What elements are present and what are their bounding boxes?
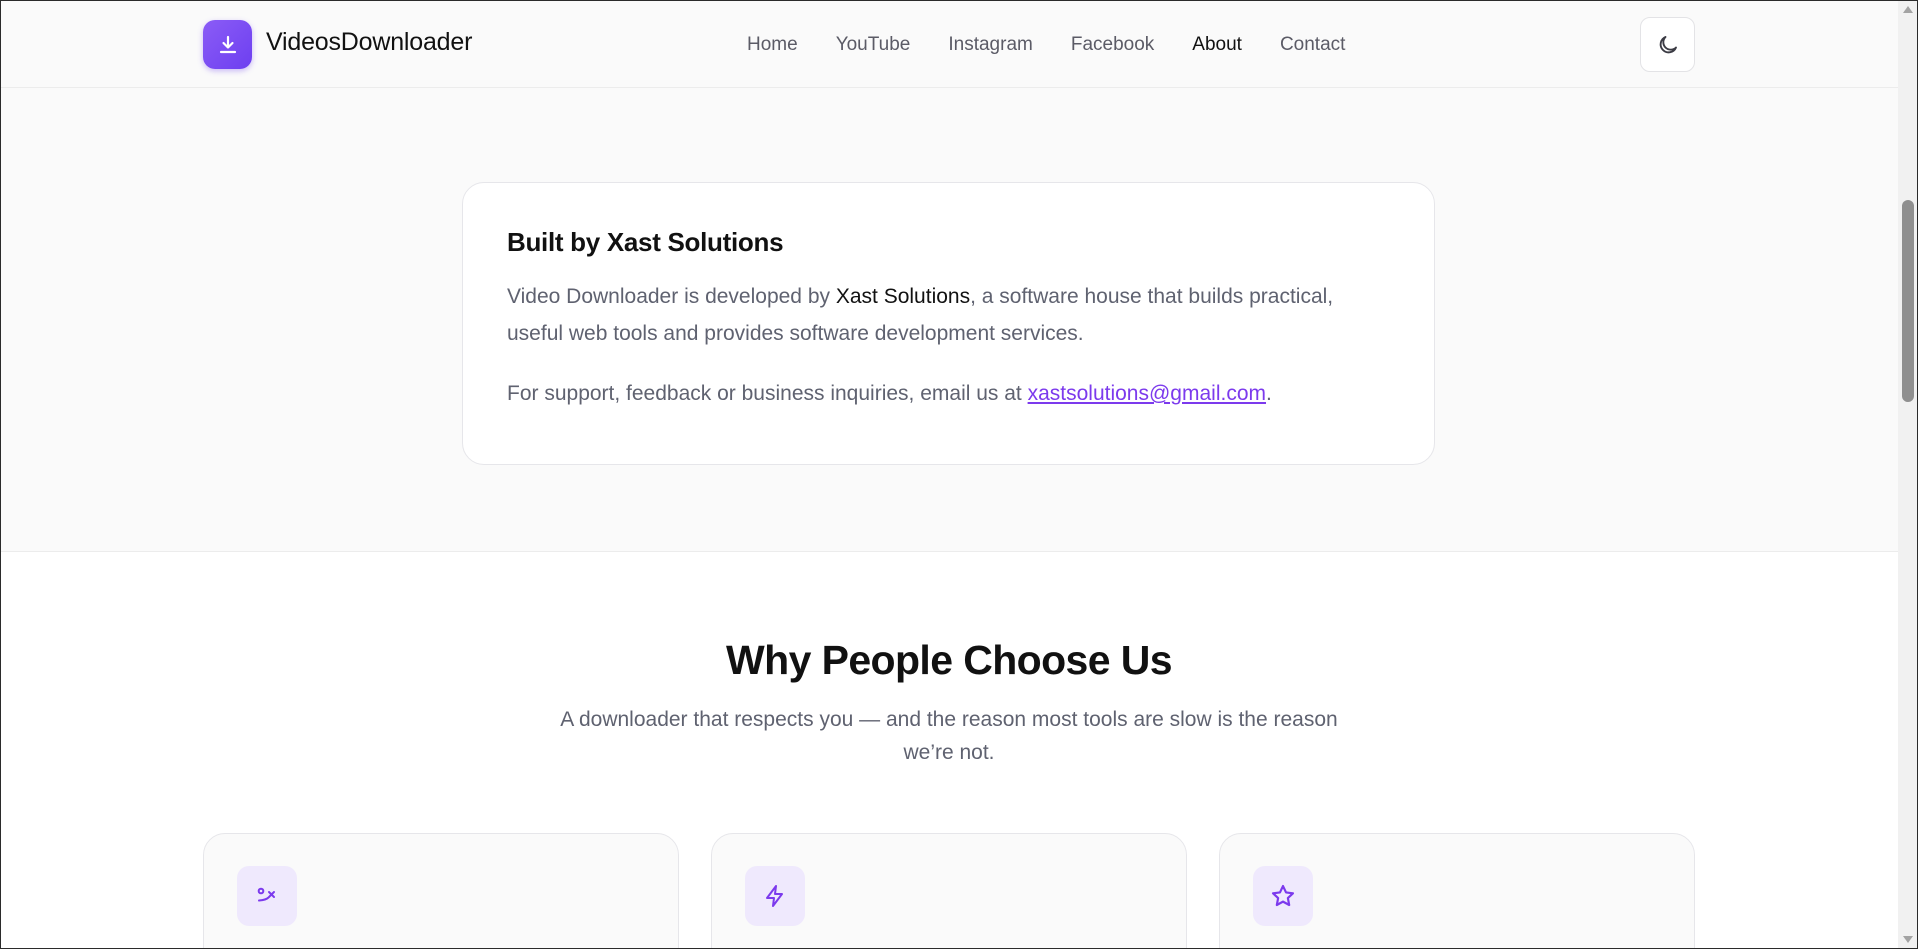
theme-toggle-button[interactable] [1640, 17, 1695, 72]
nav-contact[interactable]: Contact [1280, 34, 1345, 56]
feature-card [711, 833, 1187, 949]
logo-text[interactable]: VideosDownloader [266, 28, 472, 57]
nav-home[interactable]: Home [747, 34, 798, 56]
support-text-suffix: . [1266, 382, 1272, 405]
feature-card [1219, 833, 1695, 949]
logo-badge[interactable] [203, 20, 252, 69]
feature-card [203, 833, 679, 949]
about-paragraph: Video Downloader is developed by Xast So… [507, 278, 1390, 352]
support-text-prefix: For support, feedback or business inquir… [507, 382, 1028, 405]
moon-icon [1659, 35, 1677, 53]
support-paragraph: For support, feedback or business inquir… [507, 375, 1390, 412]
download-icon [219, 35, 236, 53]
about-card-title: Built by Xast Solutions [507, 227, 784, 257]
scroll-thumb[interactable] [1902, 200, 1914, 402]
feature-icon-badge [1253, 866, 1313, 926]
nav-facebook[interactable]: Facebook [1071, 34, 1154, 56]
about-section: Built by Xast Solutions Video Downloader… [0, 88, 1898, 552]
feature-icon-badge [745, 866, 805, 926]
route-icon [257, 887, 275, 902]
vertical-scrollbar[interactable] [1898, 0, 1918, 949]
why-title: Why People Choose Us [726, 637, 1173, 683]
about-text-prefix: Video Downloader is developed by [507, 285, 836, 308]
scroll-up-arrow[interactable] [1903, 6, 1913, 13]
company-name: Xast Solutions [835, 285, 971, 308]
site-header: VideosDownloader Home YouTube Instagram … [0, 0, 1898, 88]
why-subtitle: A downloader that respects you — and the… [560, 708, 1338, 764]
lightning-icon [766, 885, 783, 907]
star-icon [1271, 884, 1295, 907]
main-nav: Home YouTube Instagram Facebook About Co… [747, 31, 1345, 59]
nav-about[interactable]: About [1192, 34, 1242, 56]
email-link[interactable]: xastsolutions@gmail.com [1028, 382, 1266, 405]
nav-youtube[interactable]: YouTube [836, 34, 911, 56]
nav-instagram[interactable]: Instagram [948, 34, 1032, 56]
scroll-down-arrow[interactable] [1903, 936, 1913, 943]
feature-icon-badge [237, 866, 297, 926]
page: VideosDownloader Home YouTube Instagram … [0, 0, 1898, 949]
about-card: Built by Xast Solutions Video Downloader… [462, 182, 1435, 465]
